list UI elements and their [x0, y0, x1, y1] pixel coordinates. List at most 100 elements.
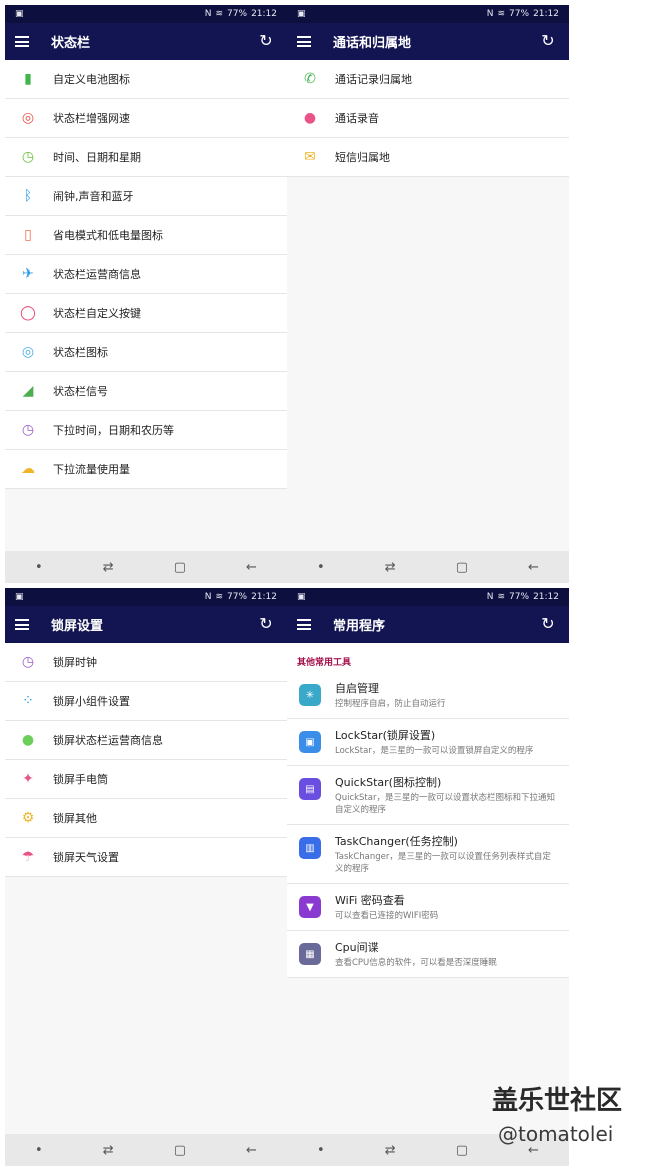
list-item[interactable]: ☁ 下拉流量使用量	[5, 450, 287, 489]
gear-icon: ⚙	[21, 810, 35, 826]
list-item[interactable]: ◎ 状态栏增强网速	[5, 99, 287, 138]
dot-icon[interactable]: •	[317, 560, 325, 575]
menu-icon[interactable]	[15, 619, 29, 630]
gallery-icon: ▣	[15, 592, 24, 602]
record-icon: ●	[303, 110, 317, 126]
list-item[interactable]: ⁘ 锁屏小组件设置	[5, 682, 287, 721]
clock-icon: ◷	[21, 149, 35, 165]
back-icon[interactable]: ←	[246, 1143, 257, 1158]
tool-description: 控制程序自启，防止自动运行	[335, 699, 446, 709]
list-item[interactable]: ✈ 状态栏运营商信息	[5, 255, 287, 294]
list-item-label: 下拉流量使用量	[53, 463, 130, 476]
tool-item[interactable]: ▦ Cpu间谍 查看CPU信息的软件，可以看是否深度睡眠	[287, 931, 569, 978]
list-item-label: 闹钟,声音和蓝牙	[53, 190, 134, 203]
list-item-label: 状态栏信号	[53, 385, 108, 398]
wifi-icon: ≋	[497, 592, 506, 602]
app-bar: 通话和归属地 ↻	[287, 23, 569, 60]
menu-icon[interactable]	[297, 619, 311, 630]
list-item[interactable]: ◷ 时间、日期和星期	[5, 138, 287, 177]
refresh-icon[interactable]: ↻	[539, 32, 557, 50]
tool-item[interactable]: ▼ WiFi 密码查看 可以查看已连接的WIFI密码	[287, 884, 569, 931]
tool-description: QuickStar，是三星的一款可以设置状态栏图标和下拉通知自定义的程序	[335, 793, 555, 815]
dot-icon[interactable]: •	[35, 560, 43, 575]
phone-icon: ✆	[304, 71, 316, 87]
status-time: 21:12	[533, 9, 559, 19]
dot-icon: ●	[21, 732, 35, 748]
recents-icon[interactable]: ⇄	[385, 560, 396, 575]
refresh-icon[interactable]: ↻	[539, 615, 557, 633]
list-item-label: 短信归属地	[335, 151, 390, 164]
list-item[interactable]: ● 通话录音	[287, 99, 569, 138]
tool-item[interactable]: ▥ TaskChanger(任务控制) TaskChanger，是三星的一款可以设置…	[287, 825, 569, 884]
panel-status-bar: ▣ N ≋ 77% 21:12 状态栏 ↻ ▮ 自定义电池图标 ◎ 状态栏增强网速 ◷ 时间、日…	[5, 5, 287, 583]
home-icon[interactable]: ▢	[174, 1143, 186, 1158]
panel-calls: ▣ N ≋ 77% 21:12 通话和归属地 ↻ ✆ 通话记录归属地 ● 通话录音 ✉ 短信归属…	[287, 5, 569, 583]
list-item-label: 状态栏图标	[53, 346, 108, 359]
settings-list: ◷ 锁屏时钟 ⁘ 锁屏小组件设置 ● 锁屏状态栏运营商信息 ✦ 锁屏手电筒 ⚙ 锁屏其他 ☂ 锁屏天气…	[5, 643, 287, 877]
tool-description: LockStar，是三星的一款可以设置锁屏自定义的程序	[335, 746, 534, 756]
page-title: 状态栏	[51, 36, 91, 51]
list-item[interactable]: ▮ 自定义电池图标	[5, 60, 287, 99]
list-item-label: 锁屏手电筒	[53, 773, 108, 786]
nav-bar: • ⇄ ▢ ←	[5, 1134, 287, 1166]
list-item[interactable]: ◷ 锁屏时钟	[5, 643, 287, 682]
menu-icon[interactable]	[297, 36, 311, 47]
dot-icon[interactable]: •	[35, 1143, 43, 1158]
list-item[interactable]: ◷ 下拉时间，日期和农历等	[5, 411, 287, 450]
taskchanger-icon: ▥	[299, 837, 321, 859]
panel-lockscreen: ▣ N ≋ 77% 21:12 锁屏设置 ↻ ◷ 锁屏时钟 ⁘ 锁屏小组件设置 ● 锁屏状态栏运…	[5, 588, 287, 1166]
list-item[interactable]: ✆ 通话记录归属地	[287, 60, 569, 99]
list-item[interactable]: ◢ 状态栏信号	[5, 372, 287, 411]
refresh-icon[interactable]: ↻	[257, 32, 275, 50]
list-item-label: 状态栏自定义按键	[53, 307, 141, 320]
list-item[interactable]: ◯ 状态栏自定义按键	[5, 294, 287, 333]
list-item-label: 下拉时间，日期和农历等	[53, 424, 174, 437]
ring-icon: ◯	[20, 305, 36, 321]
list-item[interactable]: ⚙ 锁屏其他	[5, 799, 287, 838]
home-icon[interactable]: ▢	[174, 560, 186, 575]
weather-icon: ☂	[21, 849, 35, 865]
battery-level: 77%	[227, 592, 248, 602]
battery-level: 77%	[227, 9, 248, 19]
nfc-icon: N	[204, 592, 212, 602]
list-item-label: 省电模式和低电量图标	[53, 229, 163, 242]
tool-description: 可以查看已连接的WIFI密码	[335, 911, 439, 921]
tool-item[interactable]: ✳ 自启管理 控制程序自启，防止自动运行	[287, 672, 569, 719]
status-bar: ▣ N ≋ 77% 21:12	[287, 588, 569, 606]
list-item[interactable]: ▯ 省电模式和低电量图标	[5, 216, 287, 255]
clock-icon: ◷	[21, 422, 35, 438]
tool-item[interactable]: ▤ QuickStar(图标控制) QuickStar，是三星的一款可以设置状态栏图…	[287, 766, 569, 825]
list-item[interactable]: ☂ 锁屏天气设置	[5, 838, 287, 877]
list-item[interactable]: ᛒ 闹钟,声音和蓝牙	[5, 177, 287, 216]
back-icon[interactable]: ←	[528, 560, 539, 575]
recents-icon[interactable]: ⇄	[103, 1143, 114, 1158]
mail-icon: ✉	[304, 149, 316, 165]
list-item[interactable]: ✦ 锁屏手电筒	[5, 760, 287, 799]
back-icon[interactable]: ←	[246, 560, 257, 575]
speed-icon: ◎	[21, 110, 35, 126]
list-item[interactable]: ✉ 短信归属地	[287, 138, 569, 177]
recents-icon[interactable]: ⇄	[385, 1143, 396, 1158]
home-icon[interactable]: ▢	[456, 560, 468, 575]
status-bar: ▣ N ≋ 77% 21:12	[5, 5, 287, 23]
target-icon: ◎	[21, 344, 35, 360]
recents-icon[interactable]: ⇄	[103, 560, 114, 575]
cpu-icon: ▦	[299, 943, 321, 965]
list-item-label: 时间、日期和星期	[53, 151, 141, 164]
list-item[interactable]: ◎ 状态栏图标	[5, 333, 287, 372]
list-item-label: 锁屏其他	[53, 812, 97, 825]
tool-item[interactable]: ▣ LockStar(锁屏设置) LockStar，是三星的一款可以设置锁屏自定义的…	[287, 719, 569, 766]
menu-icon[interactable]	[15, 36, 29, 47]
home-icon[interactable]: ▢	[456, 1143, 468, 1158]
status-time: 21:12	[251, 9, 277, 19]
nav-bar: • ⇄ ▢ ←	[287, 551, 569, 583]
refresh-icon[interactable]: ↻	[257, 615, 275, 633]
list-item-label: 自定义电池图标	[53, 73, 130, 86]
list-item-label: 锁屏状态栏运营商信息	[53, 734, 163, 747]
lockstar-icon: ▣	[299, 731, 321, 753]
watermark-handle: @tomatolei	[498, 1122, 614, 1146]
page-title: 常用程序	[333, 619, 386, 634]
list-item[interactable]: ● 锁屏状态栏运营商信息	[5, 721, 287, 760]
carrier-icon: ✈	[22, 266, 34, 282]
dot-icon[interactable]: •	[317, 1143, 325, 1158]
